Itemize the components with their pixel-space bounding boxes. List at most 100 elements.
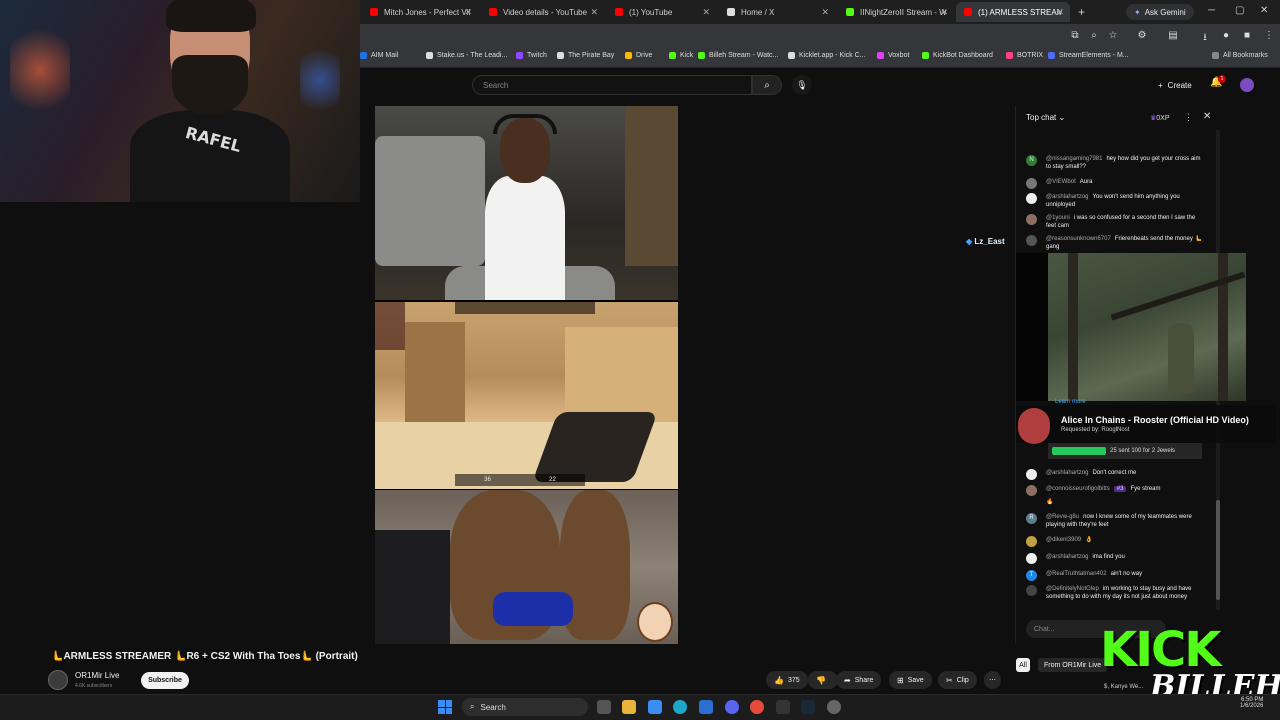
tab-close-icon[interactable]: ✕ [590,7,598,18]
new-tab-button[interactable]: + [1078,5,1085,19]
channel-name[interactable]: OR1Mir Live [75,671,119,680]
discord-icon[interactable] [725,700,739,714]
zoom-icon[interactable]: ⌕ [1087,30,1101,42]
subscribe-button[interactable]: Subscribe [141,672,189,689]
account-avatar[interactable] [1240,78,1254,92]
tab-favicon-icon [846,8,854,16]
extension-red-icon[interactable]: ■ [1240,30,1254,42]
profile-icon[interactable]: ● [1219,30,1233,42]
folder-icon [1212,52,1219,59]
cast-icon[interactable]: ⧉ [1068,30,1082,42]
tab-label: Home / X [741,7,775,17]
search-placeholder: Search [483,80,509,90]
share-button[interactable]: ➦ Share [836,671,882,689]
bookmark-item[interactable]: Stake.us - The Leadi... [426,52,507,59]
bookmark-favicon-icon [922,52,929,59]
settings-icon[interactable] [827,700,841,714]
tab-close-icon[interactable]: ✕ [464,7,472,18]
browser-tab[interactable]: IINightZeroII Stream - W ✕ [838,2,954,22]
bookmark-item[interactable]: Twitch [516,52,547,59]
sidepanel-icon[interactable]: ▤ [1166,30,1180,42]
filter-from-chip[interactable]: From OR1Mir Live [1038,658,1108,672]
minimap [375,302,405,350]
related-video-title[interactable]: $, Kanye We... [1104,684,1143,690]
steam-icon[interactable] [801,700,815,714]
tab-label: (1) ARMLESS STREAM [978,7,1062,17]
menu-icon[interactable]: ⋮ [1262,30,1276,42]
clock[interactable]: 6:50 PM 1/6/2026 [1240,697,1263,709]
taskbar [0,694,1280,720]
chat-emoji: 🔥 [1046,499,1054,505]
search-input[interactable]: Search [472,75,752,95]
tree [1068,253,1078,401]
edge-icon[interactable] [673,700,687,714]
shelf [625,106,678,266]
minimize-icon[interactable]: ─ [1208,5,1215,16]
browser-tab[interactable]: (1) YouTube ✕ [607,2,716,22]
chat-close-icon[interactable]: ✕ [1203,111,1211,122]
thumbs-down-icon: 👎 [816,675,826,685]
download-icon[interactable]: ⭳ [1198,30,1212,43]
like-button[interactable]: 👍 375 [766,671,808,689]
browser-tab[interactable]: Home / X ✕ [719,2,835,22]
bookmark-item[interactable]: KickBot Dashboard [922,52,993,59]
chat-more-icon[interactable]: ⋮ [1184,112,1193,123]
taskbar-search[interactable]: ⌕ Search [462,698,588,716]
shirt [130,110,290,202]
bookmark-item[interactable]: Billeh Stream - Watc... [698,52,778,59]
close-window-icon[interactable]: ✕ [1260,5,1268,16]
tab-close-icon[interactable]: ✕ [940,7,948,18]
bookmark-item[interactable]: BOTRIX [1006,52,1043,59]
create-button[interactable]: + Create [1152,77,1198,93]
store-icon[interactable] [648,700,662,714]
chat-username: @reasonsunknown6707 [1046,236,1111,242]
bookmark-item[interactable]: The Pirate Bay [557,52,614,59]
dislike-button[interactable]: 👎 [808,671,838,689]
task-view-icon[interactable] [597,700,611,714]
bookmark-item[interactable]: Drive [625,52,652,59]
browser-tab[interactable]: (1) ARMLESS STREAM ✕ [956,2,1070,22]
bookmark-item[interactable]: Kicklet.app - Kick C... [788,52,866,59]
tab-close-icon[interactable]: ✕ [821,7,829,18]
bookmark-favicon-icon [426,52,433,59]
chat-message: @arshlahartzog You won't send him anythin… [1026,193,1206,209]
bookmark-item[interactable]: Kick [669,52,693,59]
music-video-preview [1048,253,1246,401]
chat-avatar [1026,553,1037,564]
ask-gemini-button[interactable]: ✦ Ask Gemini [1126,4,1194,20]
windows-start-icon[interactable] [438,700,452,714]
chat-body: @Revw-g8u now I knew some of my teammates… [1046,513,1206,529]
video-player[interactable]: 36 22 [375,106,678,644]
bookmark-label: StreamElements - M... [1059,52,1129,59]
overlay-streamer-tag: ◆ Lz_East [966,237,1005,246]
chrome-icon[interactable] [750,700,764,714]
extensions-icon[interactable]: ⚙ [1135,30,1149,42]
outlook-icon[interactable] [699,700,713,714]
all-bookmarks[interactable]: All Bookmarks [1212,52,1268,59]
like-count: 375 [787,676,800,684]
file-explorer-icon[interactable] [622,700,636,714]
terminal-icon[interactable] [776,700,790,714]
beard [172,55,248,115]
channel-avatar[interactable] [48,670,68,690]
bookmark-item[interactable]: StreamElements - M... [1048,52,1129,59]
mic-button[interactable]: 🎙 [792,75,812,95]
browser-tab[interactable]: Video details - YouTube ✕ [481,2,604,22]
browser-tab[interactable]: Mitch Jones - Perfect Vil ✕ [362,2,478,22]
save-button[interactable]: ⊞ Save [889,671,932,689]
bookmark-item[interactable]: AIM Mail [360,52,398,59]
bookmark-star-icon[interactable]: ☆ [1106,30,1120,42]
chat-mode-dropdown[interactable]: Top chat ⌄ [1026,113,1065,122]
more-actions-button[interactable]: ⋯ [984,671,1001,689]
clip-button[interactable]: ✂ Clip [938,671,977,689]
chat-placeholder: Chat... [1034,625,1055,633]
tab-close-icon[interactable]: ✕ [1056,7,1064,18]
filter-all-chip[interactable]: All [1016,658,1030,672]
search-button[interactable]: ⌕ [752,75,782,95]
xp-badge[interactable]: ♛0XP [1150,114,1170,122]
scrollbar-thumb[interactable] [1216,500,1220,600]
maximize-icon[interactable]: ▢ [1235,5,1244,16]
tab-close-icon[interactable]: ✕ [702,7,710,18]
bookmark-item[interactable]: Voxbot [877,52,909,59]
bookmark-favicon-icon [1048,52,1055,59]
